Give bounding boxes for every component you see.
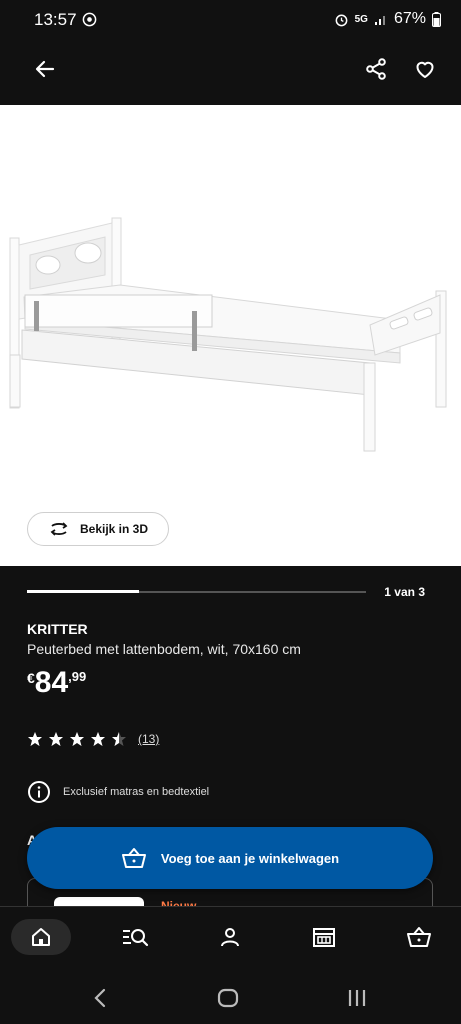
- system-recents-button[interactable]: [346, 987, 368, 1009]
- star-icon: [28, 732, 42, 746]
- home-icon: [32, 928, 50, 946]
- rating-stars: [27, 731, 127, 747]
- bottom-navigation: [0, 906, 461, 973]
- star-icon: [112, 732, 126, 746]
- add-to-cart-button[interactable]: Voeg toe aan je winkelwagen: [27, 827, 433, 889]
- status-time: 13:57: [34, 10, 77, 29]
- rotate-3d-icon: [50, 522, 68, 536]
- chevron-left-icon: [94, 988, 106, 1008]
- sync-icon: [82, 12, 97, 27]
- recents-icon: [348, 990, 366, 1006]
- product-info-note[interactable]: Exclusief matras en bedtextiel: [27, 780, 209, 804]
- favorite-button[interactable]: [413, 57, 437, 81]
- add-to-cart-label: Voeg toe aan je winkelwagen: [160, 850, 340, 866]
- basket-icon: [121, 848, 146, 868]
- product-image-gallery[interactable]: Bekijk in 3D: [0, 105, 461, 566]
- price-integer: 84: [34, 666, 69, 699]
- home-pill-icon: [217, 988, 239, 1008]
- person-icon: [221, 928, 239, 947]
- search-list-icon: [123, 929, 149, 947]
- signal-icon: [374, 12, 388, 26]
- product-rating[interactable]: (13): [27, 731, 159, 747]
- product-price: € 84 ,99: [27, 666, 86, 700]
- view-3d-button[interactable]: Bekijk in 3D: [27, 512, 169, 546]
- alarm-icon: [334, 12, 349, 27]
- back-button[interactable]: [33, 57, 57, 81]
- system-home-button[interactable]: [217, 987, 239, 1009]
- share-button[interactable]: [364, 57, 388, 81]
- battery-icon: [432, 11, 441, 27]
- review-count[interactable]: (13): [138, 732, 159, 746]
- system-back-button[interactable]: [90, 987, 110, 1009]
- app-header: [0, 40, 461, 105]
- star-icon: [91, 732, 105, 746]
- product-description: Peuterbed met lattenbodem, wit, 70x160 c…: [27, 641, 301, 657]
- gallery-counter: 1 van 3: [384, 585, 425, 599]
- basket-icon: [407, 927, 431, 947]
- battery-percentage: 67%: [393, 10, 426, 27]
- system-navigation: [0, 972, 461, 1024]
- product-image: [9, 217, 447, 452]
- star-icon: [49, 732, 63, 746]
- price-decimal: ,99: [68, 669, 87, 684]
- status-indicators: 5G 67%: [334, 10, 441, 28]
- product-name: KRITTER: [27, 621, 88, 637]
- heart-icon: [416, 61, 434, 78]
- share-icon: [366, 58, 386, 80]
- nav-profile[interactable]: [200, 919, 260, 955]
- star-icon: [70, 732, 84, 746]
- nav-cart[interactable]: [389, 919, 449, 955]
- status-bar: 13:57 5G 67%: [0, 0, 461, 40]
- arrow-left-icon: [35, 60, 55, 78]
- network-type: 5G: [354, 13, 368, 25]
- nav-home[interactable]: [11, 919, 71, 955]
- price-currency: €: [27, 670, 35, 686]
- info-note-text: Exclusief matras en bedtextiel: [63, 786, 210, 798]
- nav-stores[interactable]: [294, 919, 354, 955]
- store-icon: [313, 928, 335, 947]
- view-3d-label: Bekijk in 3D: [79, 522, 149, 536]
- gallery-progress-fill: [27, 590, 139, 593]
- info-icon: [28, 781, 50, 803]
- nav-search[interactable]: [105, 919, 165, 955]
